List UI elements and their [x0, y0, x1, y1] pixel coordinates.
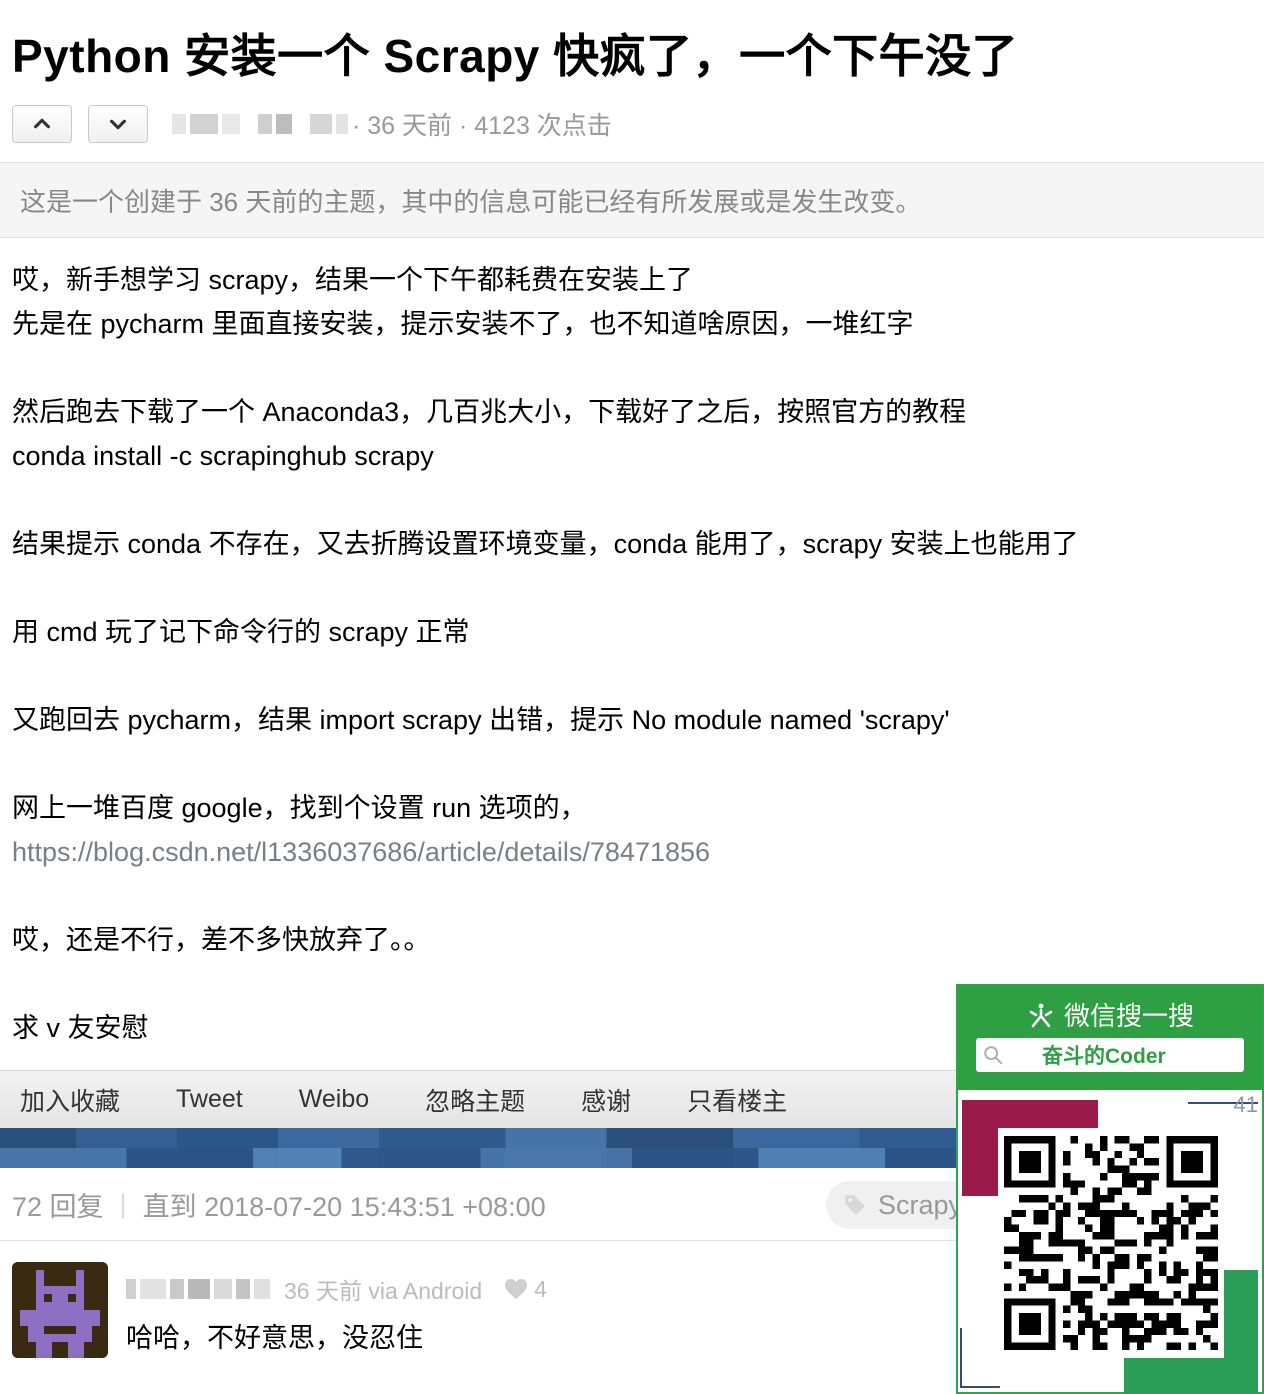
- weibo-link[interactable]: Weibo: [299, 1085, 369, 1114]
- reply-likes[interactable]: 4: [504, 1276, 547, 1303]
- chevron-up-icon: [34, 118, 50, 129]
- wechat-ad-search-box[interactable]: 奋斗的Coder: [976, 1038, 1244, 1072]
- side-number: 41: [1233, 1092, 1258, 1117]
- topic-meta-row: · 36 天前 · 4123 次点击: [12, 104, 612, 144]
- avatar[interactable]: [12, 1262, 108, 1358]
- csdn-link[interactable]: https://blog.csdn.net/l1336037686/articl…: [12, 837, 710, 867]
- downvote-button[interactable]: [88, 105, 148, 143]
- op-only-link[interactable]: 只看楼主: [687, 1082, 787, 1118]
- reply-author-redacted[interactable]: [126, 1279, 270, 1299]
- content-line: 结果提示 conda 不存在，又去折腾设置环境变量，conda 能用了，scra…: [12, 529, 1079, 559]
- wechat-ad-body: 41: [958, 1090, 1262, 1394]
- topic-title: Python 安装一个 Scrapy 快疯了，一个下午没了: [12, 30, 1019, 82]
- wechat-search-logo-icon: [1029, 1003, 1053, 1027]
- content-line: 网上一堆百度 google，找到个设置 run 选项的，: [12, 793, 587, 823]
- pixel-avatar-icon: [12, 1262, 108, 1358]
- content-line: 又跑回去 pycharm，结果 import scrapy 出错，提示 No m…: [12, 705, 950, 735]
- replies-header: 72 回复 | 直到 2018-07-20 15:43:51 +08:00: [12, 1180, 546, 1228]
- wechat-ad-search-text: 奋斗的Coder: [1042, 1045, 1166, 1068]
- content-line: 先是在 pycharm 里面直接安装，提示安装不了，也不知道啥原因，一堆红字: [12, 309, 914, 339]
- content-line: 用 cmd 玩了记下命令行的 scrapy 正常: [12, 617, 470, 647]
- ignore-topic-link[interactable]: 忽略主题: [425, 1082, 525, 1118]
- qr-code-icon: [1004, 1136, 1218, 1350]
- content-line: conda install -c scrapinghub scrapy: [12, 441, 434, 471]
- thank-link[interactable]: 感谢: [581, 1082, 631, 1118]
- content-line: 哎，还是不行，差不多快放弃了。。: [12, 925, 431, 955]
- reply-user-row: 36 天前 via Android 4: [126, 1272, 547, 1306]
- chevron-down-icon: [110, 119, 126, 130]
- reply-meta: 36 天前 via Android: [284, 1278, 483, 1304]
- content-line: 哎，新手想学习 scrapy，结果一个下午都耗费在安装上了: [12, 265, 694, 295]
- favorite-link[interactable]: 加入收藏: [20, 1082, 120, 1118]
- upvote-button[interactable]: [12, 105, 72, 143]
- tag-icon: [845, 1195, 865, 1215]
- tweet-link[interactable]: Tweet: [176, 1085, 243, 1114]
- topic-age-notice: 这是一个创建于 36 天前的主题，其中的信息可能已经有所发展或是发生改变。: [0, 162, 1264, 238]
- wechat-ad-title: 微信搜一搜: [958, 996, 1262, 1033]
- tag-label: Scrapy: [878, 1189, 963, 1220]
- reply-content: 哈哈，不好意思，没忍住: [126, 1323, 423, 1353]
- wechat-search-ad[interactable]: 微信搜一搜 奋斗的Coder 41: [956, 984, 1264, 1394]
- reply-count: 72 回复: [12, 1191, 104, 1222]
- qr-code: [998, 1128, 1224, 1358]
- author-name-redacted[interactable]: [172, 114, 348, 134]
- last-reply-time: 直到 2018-07-20 15:43:51 +08:00: [142, 1191, 546, 1222]
- separator: |: [119, 1188, 127, 1219]
- topic-meta: · 36 天前 · 4123 次点击: [352, 112, 612, 140]
- topic-content: 哎，新手想学习 scrapy，结果一个下午都耗费在安装上了 先是在 pychar…: [12, 258, 1252, 1050]
- content-line: 然后跑去下载了一个 Anaconda3，几百兆大小，下载好了之后，按照官方的教程: [12, 397, 967, 427]
- search-icon: [984, 1046, 1003, 1065]
- like-count: 4: [534, 1275, 547, 1302]
- wechat-ad-header: 微信搜一搜 奋斗的Coder: [958, 986, 1262, 1090]
- heart-icon: [505, 1279, 528, 1299]
